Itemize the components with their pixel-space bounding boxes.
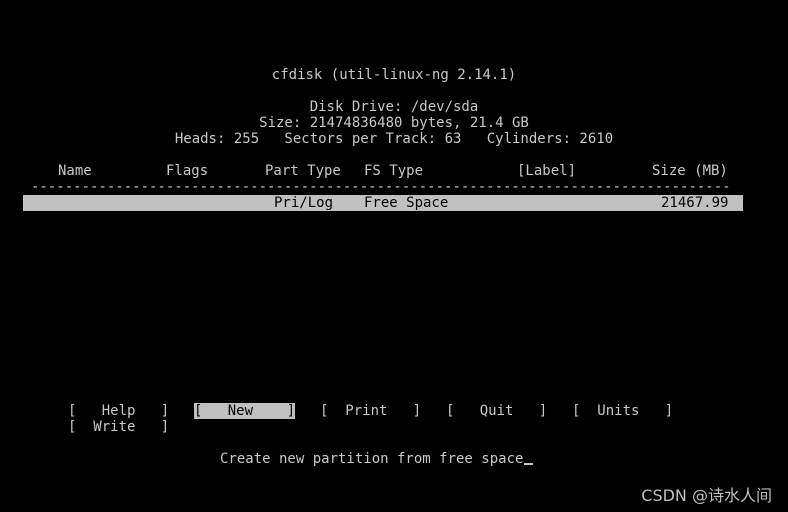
quit-button[interactable]: [ Quit ] <box>446 403 547 419</box>
app-title: cfdisk (util-linux-ng 2.14.1) <box>271 67 517 83</box>
table-row[interactable]: Pri/Log Free Space 21467.99 <box>23 195 743 211</box>
row-part-type: Pri/Log <box>274 195 334 211</box>
column-header-label: [Label] <box>517 163 577 179</box>
column-header-name: Name <box>58 163 92 179</box>
write-button[interactable]: [ Write ] <box>68 419 169 435</box>
disk-drive-label: Disk Drive: /dev/sda <box>309 99 479 115</box>
disk-geometry-label: Heads: 255 Sectors per Track: 63 Cylinde… <box>174 131 614 147</box>
text-cursor <box>524 463 534 465</box>
status-message: Create new partition from free space <box>220 451 524 467</box>
table-separator: ----------------------------------------… <box>31 179 733 195</box>
units-button[interactable]: [ Units ] <box>572 403 673 419</box>
help-button[interactable]: [ Help ] <box>68 403 169 419</box>
column-header-flags: Flags <box>166 163 209 179</box>
disk-size-label: Size: 21474836480 bytes, 21.4 GB <box>259 115 529 131</box>
print-button[interactable]: [ Print ] <box>320 403 421 419</box>
column-header-part-type: Part Type <box>265 163 341 179</box>
status-line: Create new partition from free space <box>220 451 534 467</box>
new-button[interactable]: [ New ] <box>194 403 296 419</box>
column-header-fs-type: FS Type <box>364 163 424 179</box>
row-fs-type: Free Space <box>364 195 449 211</box>
watermark: CSDN @诗水人间 <box>641 486 772 505</box>
row-size: 21467.99 <box>661 195 729 211</box>
column-header-size: Size (MB) <box>652 163 728 179</box>
